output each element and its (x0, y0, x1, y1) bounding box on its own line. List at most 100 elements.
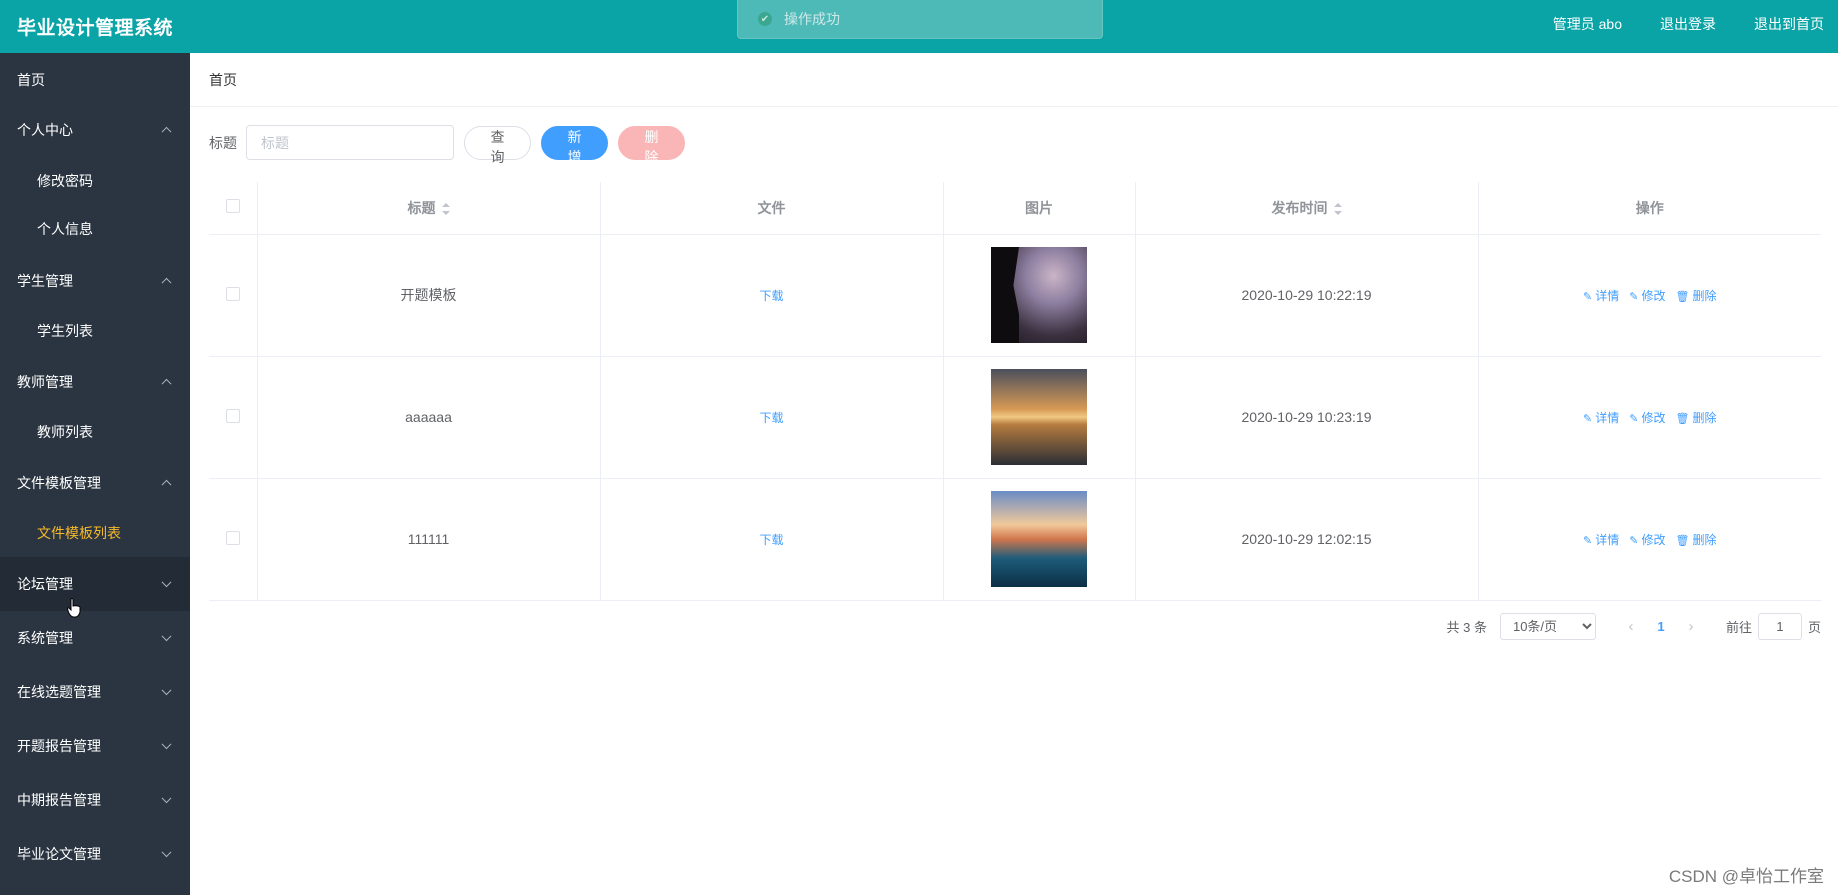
sidebar-item-student-list[interactable]: 学生列表 (0, 307, 190, 355)
sidebar: 首页 个人中心 修改密码 个人信息 学生管理 学生列表 教师管理 教师列表 文件… (0, 53, 190, 895)
col-header-time[interactable]: 发布时间 (1135, 182, 1479, 235)
chevron-down-icon (161, 685, 172, 696)
page-number[interactable]: 1 (1646, 619, 1676, 634)
chevron-down-icon (161, 631, 172, 642)
sort-icon[interactable] (441, 203, 450, 216)
file-cell: 下载 (600, 356, 944, 479)
sidebar-item-label: 论坛管理 (17, 576, 73, 592)
sidebar-item-label: 学生列表 (37, 323, 93, 339)
detail-label: 详情 (1595, 288, 1620, 303)
sidebar-item-personal-center[interactable]: 个人中心 (0, 103, 190, 157)
sidebar-item-teacher-list[interactable]: 教师列表 (0, 408, 190, 456)
sidebar-item-template-list[interactable]: 文件模板列表 (0, 509, 190, 557)
chevron-right-icon[interactable]: › (1676, 618, 1706, 635)
chevron-up-icon (161, 378, 172, 389)
sidebar-item-proposal-mgmt[interactable]: 开题报告管理 (0, 719, 190, 773)
row-delete-button[interactable]: 🗑 删除 (1675, 531, 1716, 548)
sort-icon[interactable] (1333, 203, 1342, 216)
sidebar-item-midterm-mgmt[interactable]: 中期报告管理 (0, 773, 190, 827)
delete-button[interactable]: 删除 (618, 125, 685, 165)
download-link[interactable]: 下载 (759, 411, 783, 425)
row-checkbox[interactable] (225, 408, 240, 423)
sidebar-item-thesis-mgmt[interactable]: 毕业论文管理 (0, 827, 190, 881)
sidebar-item-label: 修改密码 (37, 173, 93, 189)
table-header-row: 标题 文件 图片 发布时间 操作 (209, 182, 1821, 235)
edit-button[interactable]: ✎ 修改 (1629, 531, 1665, 548)
title-search-input[interactable] (246, 125, 454, 160)
total-count: 共 3 条 (1446, 619, 1487, 635)
thumbnail-image[interactable] (991, 247, 1087, 343)
edit-button[interactable]: ✎ 修改 (1629, 287, 1665, 304)
query-button[interactable]: 查询 (464, 125, 531, 165)
edit-icon: ✎ (1629, 412, 1639, 425)
chevron-left-icon[interactable]: ‹ (1616, 618, 1646, 635)
chevron-down-icon (161, 793, 172, 804)
sidebar-item-label: 中期报告管理 (17, 792, 101, 808)
app-title: 毕业设计管理系统 (17, 18, 174, 39)
template-table: 标题 文件 图片 发布时间 操作 开题模板 下载 2020-10-29 10:2… (209, 182, 1821, 601)
sidebar-item-personal-info[interactable]: 个人信息 (0, 205, 190, 253)
row-select-cell (209, 478, 258, 601)
detail-button[interactable]: ✎ 详情 (1583, 409, 1619, 426)
chevron-down-icon (161, 847, 172, 858)
row-delete-button[interactable]: 🗑 删除 (1675, 409, 1716, 426)
image-cell (943, 478, 1136, 601)
sidebar-item-label: 教师管理 (17, 374, 73, 390)
row-select-cell (209, 356, 258, 479)
detail-button[interactable]: ✎ 详情 (1583, 287, 1619, 304)
add-button[interactable]: 新增 (541, 125, 608, 165)
col-header-label: 操作 (1635, 199, 1664, 216)
detail-button[interactable]: ✎ 详情 (1583, 531, 1619, 548)
sidebar-item-student-mgmt[interactable]: 学生管理 (0, 254, 190, 308)
exit-home-link[interactable]: 退出到首页 (1754, 14, 1824, 34)
title-cell: 开题模板 (257, 234, 601, 357)
logout-link[interactable]: 退出登录 (1660, 14, 1716, 34)
file-cell: 下载 (600, 234, 944, 357)
delete-label: 删除 (1692, 410, 1717, 425)
sidebar-item-home[interactable]: 首页 (0, 53, 190, 107)
sidebar-item-system-mgmt[interactable]: 系统管理 (0, 611, 190, 665)
download-link[interactable]: 下载 (759, 289, 783, 303)
pagination: 共 3 条 10条/页 ‹ 1 › 前往 页 (1446, 612, 1821, 640)
goto-page-input[interactable] (1757, 612, 1802, 640)
edit-button[interactable]: ✎ 修改 (1629, 409, 1665, 426)
row-delete-button[interactable]: 🗑 删除 (1675, 287, 1716, 304)
breadcrumb-home[interactable]: 首页 (209, 70, 237, 90)
row-checkbox[interactable] (225, 286, 240, 301)
title-cell: aaaaaa (257, 356, 601, 479)
goto-suffix: 页 (1807, 619, 1821, 635)
ops-cell: ✎ 详情 ✎ 修改 🗑 删除 (1478, 234, 1821, 357)
sidebar-item-label: 学生管理 (17, 273, 73, 289)
time-cell: 2020-10-29 10:23:19 (1135, 356, 1479, 479)
select-all-checkbox[interactable] (225, 199, 240, 214)
edit-icon: ✎ (1583, 534, 1593, 547)
sidebar-item-change-password[interactable]: 修改密码 (0, 157, 190, 205)
file-cell: 下载 (600, 478, 944, 601)
edit-icon: ✎ (1583, 290, 1593, 303)
edit-label: 修改 (1641, 410, 1666, 425)
sidebar-item-template-mgmt[interactable]: 文件模板管理 (0, 456, 190, 510)
check-circle-icon: ✔ (758, 12, 772, 26)
sidebar-item-topic-mgmt[interactable]: 在线选题管理 (0, 665, 190, 719)
sidebar-item-label: 个人信息 (37, 221, 93, 237)
chevron-up-icon (161, 277, 172, 288)
col-header-label: 发布时间 (1271, 199, 1328, 216)
download-link[interactable]: 下载 (759, 533, 783, 547)
row-checkbox[interactable] (225, 530, 240, 545)
edit-label: 修改 (1641, 288, 1666, 303)
breadcrumb: 首页 (190, 53, 1838, 107)
goto-prefix: 前往 (1725, 619, 1752, 635)
success-toast: ✔ 操作成功 (737, 0, 1103, 39)
table-row: aaaaaa 下载 2020-10-29 10:23:19 ✎ 详情 ✎ 修改 🗑 删… (209, 356, 1821, 479)
sidebar-item-label: 文件模板管理 (17, 475, 101, 491)
thumbnail-image[interactable] (991, 491, 1087, 587)
col-header-title[interactable]: 标题 (257, 182, 601, 235)
sidebar-item-label: 系统管理 (17, 630, 73, 646)
edit-icon: ✎ (1629, 290, 1639, 303)
page-size-select[interactable]: 10条/页 (1499, 612, 1596, 640)
sidebar-item-forum-mgmt[interactable]: 论坛管理 (0, 557, 190, 611)
edit-icon: ✎ (1583, 412, 1593, 425)
sidebar-item-teacher-mgmt[interactable]: 教师管理 (0, 355, 190, 409)
sidebar-item-label: 教师列表 (37, 424, 93, 440)
thumbnail-image[interactable] (991, 369, 1087, 465)
